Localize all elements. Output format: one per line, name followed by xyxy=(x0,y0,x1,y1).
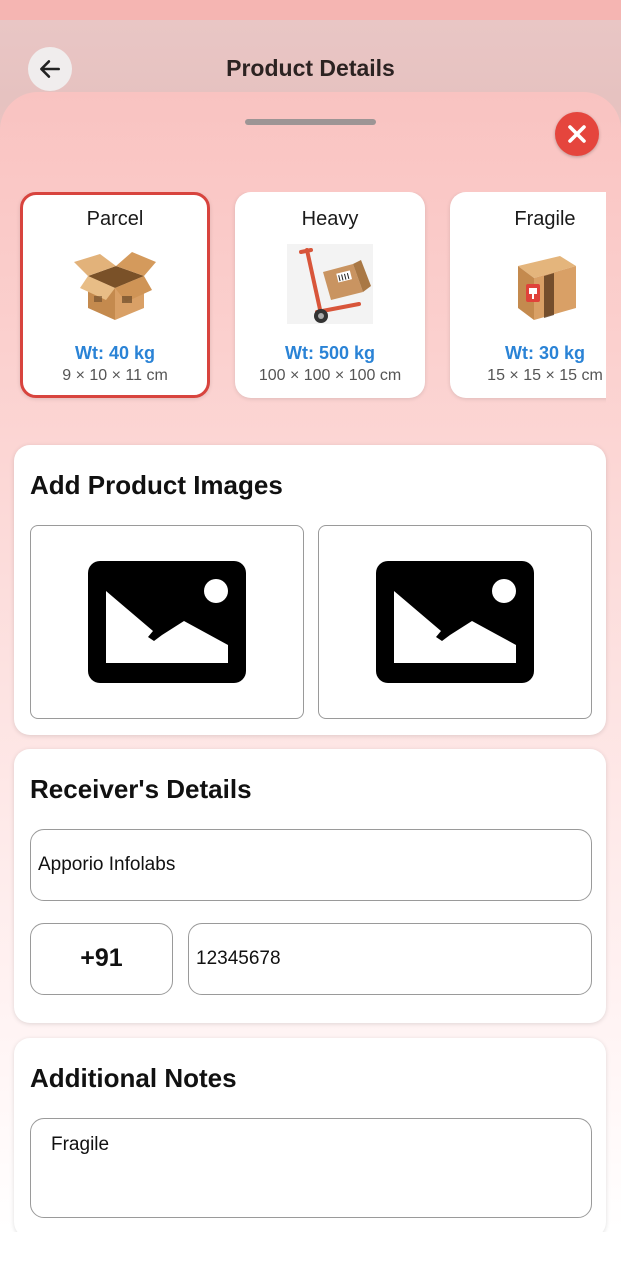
sheet-grab-handle[interactable] xyxy=(245,119,376,125)
package-card-parcel[interactable]: Parcel Wt: 40 kg 9 × 10 × 11 cm xyxy=(20,192,210,398)
image-placeholder-icon xyxy=(88,561,246,683)
receiver-name-field[interactable]: Apporio Infolabs xyxy=(30,829,592,901)
country-code-value: +91 xyxy=(80,944,123,972)
package-dimensions: 15 × 15 × 15 cm xyxy=(487,367,603,384)
package-name: Heavy xyxy=(301,208,359,230)
phone-number-field[interactable]: 12345678 xyxy=(188,923,592,995)
hand-truck-icon xyxy=(287,244,373,324)
close-x-icon xyxy=(568,125,586,143)
product-images-card: Add Product Images xyxy=(14,445,606,735)
close-button[interactable] xyxy=(555,112,599,156)
additional-notes-card: Additional Notes Fragile xyxy=(14,1038,606,1238)
receiver-details-card: Receiver's Details Apporio Infolabs +91 … xyxy=(14,749,606,1023)
package-dimensions: 100 × 100 × 100 cm xyxy=(258,367,402,384)
additional-notes-title: Additional Notes xyxy=(30,1063,237,1093)
receiver-name-value: Apporio Infolabs xyxy=(38,854,176,875)
image-upload-slot-2[interactable] xyxy=(318,525,592,719)
package-card-fragile[interactable]: Fragile Wt: 30 kg 15 × 15 × 15 cm xyxy=(450,192,606,398)
notes-value: Fragile xyxy=(51,1134,110,1155)
image-placeholder-icon xyxy=(376,561,534,683)
package-card-heavy[interactable]: Heavy Wt: 500 kg 100 × 100 × 100 cm xyxy=(235,192,425,398)
bottom-safe-area xyxy=(0,1232,621,1280)
phone-number-value: 12345678 xyxy=(196,948,281,969)
page-title: Product Details xyxy=(226,55,395,81)
open-box-icon xyxy=(74,252,156,320)
package-weight: Wt: 30 kg xyxy=(504,343,585,363)
receiver-details-title: Receiver's Details xyxy=(30,774,252,804)
package-weight: Wt: 500 kg xyxy=(284,343,376,363)
country-code-selector[interactable]: +91 xyxy=(30,923,173,995)
status-bar xyxy=(0,0,621,20)
notes-textarea[interactable]: Fragile xyxy=(30,1118,592,1218)
fragile-box-icon xyxy=(518,256,576,320)
package-name: Parcel xyxy=(86,208,144,230)
product-images-title: Add Product Images xyxy=(30,470,283,500)
package-type-list[interactable]: Parcel Wt: 40 kg 9 × 10 × 11 cm Heavy Wt… xyxy=(0,192,606,412)
package-dimensions: 9 × 10 × 11 cm xyxy=(62,367,168,384)
package-name: Fragile xyxy=(514,208,576,230)
image-upload-slot-1[interactable] xyxy=(30,525,304,719)
package-weight: Wt: 40 kg xyxy=(74,343,155,363)
